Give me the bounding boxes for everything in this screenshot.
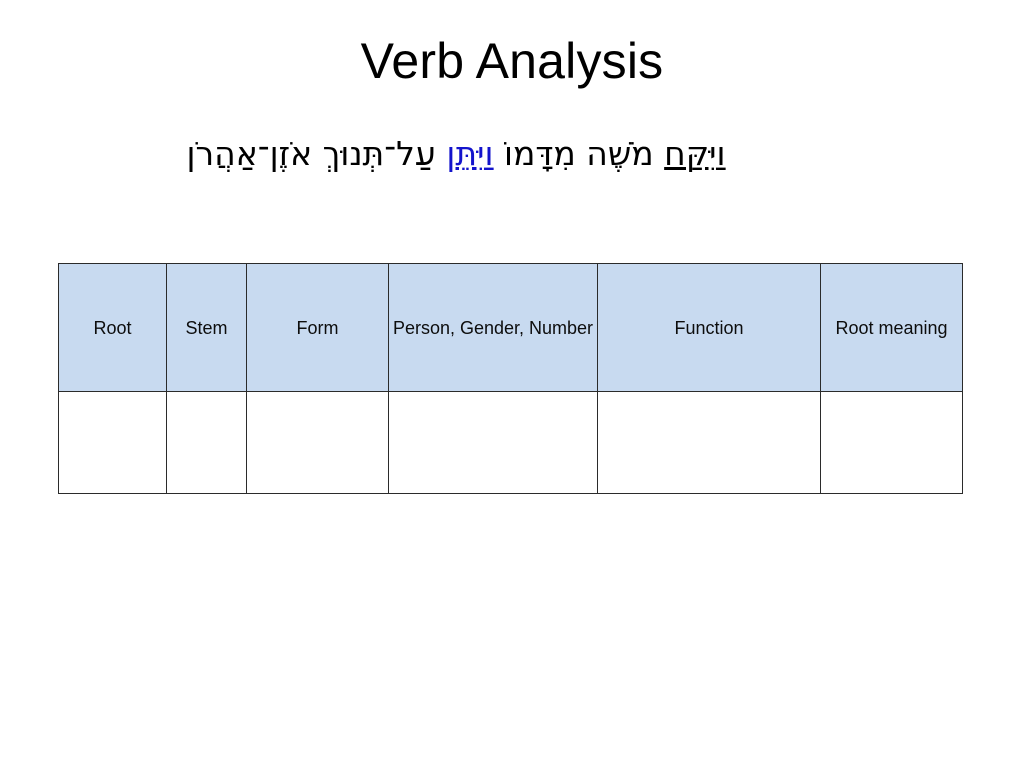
column-header-function: Function: [597, 263, 821, 392]
column-header-root: Root: [58, 263, 167, 392]
verse-space-2: [493, 134, 504, 173]
cell-person-gender-number[interactable]: [388, 391, 598, 494]
column-header-form: Form: [246, 263, 389, 392]
verse-segment-moshe-midamo: מֹשֶׁה מִדָּמוֹ: [503, 134, 654, 173]
verse-space-3: [436, 134, 447, 173]
page-title: Verb Analysis: [360, 33, 664, 89]
cell-form[interactable]: [246, 391, 389, 494]
table-header-row: Root Stem Form Person, Gender, Number Fu…: [58, 263, 963, 392]
verse-segment-al-tenuch-ozen-aharon: עַל־תְּנוּךְ אֹזֶן־אַהֲרֹן: [186, 134, 436, 173]
hebrew-verse-line: וַיִּקַּח מֹשֶׁה מִדָּמוֹ וַיִּתֵּן עַל־…: [56, 128, 856, 180]
table-row: [58, 391, 963, 494]
cell-function[interactable]: [597, 391, 821, 494]
verb-analysis-table: Root Stem Form Person, Gender, Number Fu…: [58, 263, 963, 494]
verse-space-1: [654, 134, 665, 173]
column-header-person-gender-number: Person, Gender, Number: [388, 263, 598, 392]
cell-root[interactable]: [58, 391, 167, 494]
cell-stem[interactable]: [166, 391, 247, 494]
column-header-stem: Stem: [166, 263, 247, 392]
slide-canvas: Verb Analysis וַיִּקַּח מֹשֶׁה מִדָּמוֹ …: [0, 0, 1024, 768]
column-header-root-meaning: Root meaning: [820, 263, 963, 392]
cell-root-meaning[interactable]: [820, 391, 963, 494]
verse-segment-vayiqach: וַיִּקַּח: [664, 134, 726, 173]
verse-segment-highlighted-verb: וַיִּתֵּן: [446, 134, 494, 173]
